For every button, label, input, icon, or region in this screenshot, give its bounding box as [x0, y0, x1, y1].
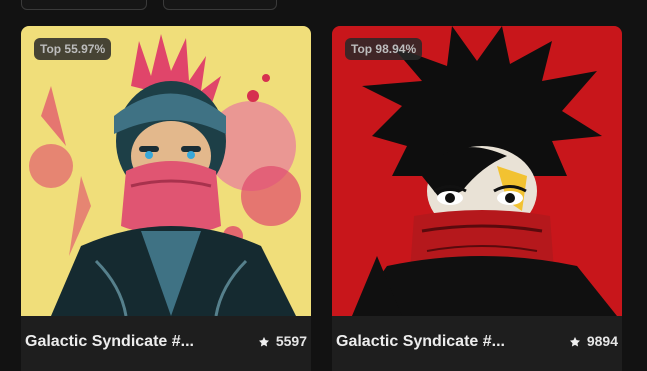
nft-artwork-image[interactable] [21, 26, 311, 316]
nft-gallery: Top 55.97% Galactic Syndicate #... 5597 [0, 0, 647, 371]
nft-score: 9894 [569, 333, 618, 349]
nft-card-footer: Galactic Syndicate #... 9894 [332, 316, 622, 371]
nft-title[interactable]: Galactic Syndicate #... [25, 333, 205, 351]
rank-badge: Top 98.94% [345, 38, 423, 60]
nft-artwork-image[interactable] [332, 26, 622, 316]
star-icon [258, 335, 270, 347]
star-icon [569, 335, 581, 347]
nft-title[interactable]: Galactic Syndicate #... [336, 333, 516, 351]
score-value: 5597 [275, 333, 307, 349]
nft-score: 5597 [258, 333, 307, 349]
score-value: 9894 [586, 333, 618, 349]
filter-pill[interactable] [163, 0, 277, 10]
nft-card[interactable]: Top 98.94% Galactic Syndicate #... 9894 [332, 26, 622, 371]
filter-pill[interactable] [21, 0, 147, 10]
nft-card-footer: Galactic Syndicate #... 5597 [21, 316, 311, 371]
nft-card[interactable]: Top 55.97% Galactic Syndicate #... 5597 [21, 26, 311, 371]
rank-badge: Top 55.97% [34, 38, 112, 60]
